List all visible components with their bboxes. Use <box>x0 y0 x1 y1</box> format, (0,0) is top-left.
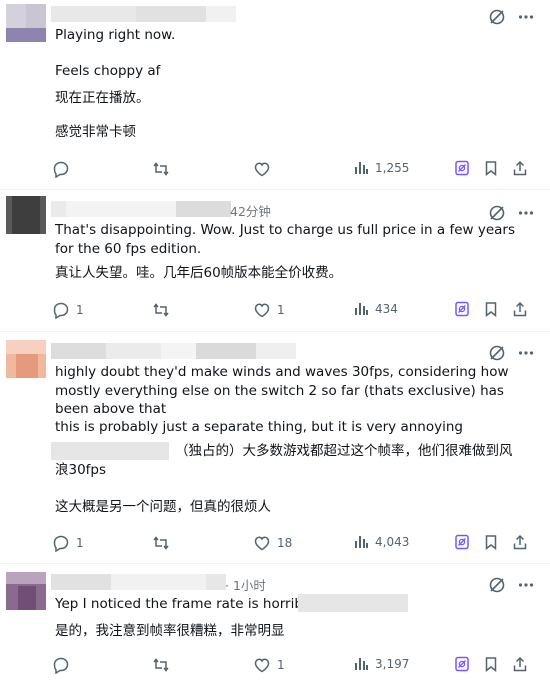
reply-button[interactable] <box>52 656 76 674</box>
grok-explain-icon[interactable] <box>454 656 470 676</box>
post-text-translation: 是的，我注意到帧率很糟糕，非常明显 <box>55 623 285 639</box>
reply-count: 1 <box>76 303 84 317</box>
bookmark-icon[interactable] <box>483 534 499 554</box>
like-button[interactable]: 18 <box>253 534 292 552</box>
like-button[interactable]: 1 <box>253 301 285 319</box>
post-text-line: Playing right now. <box>55 27 176 43</box>
post-text-translation: 感觉非常卡顿 <box>55 124 136 140</box>
post-text-line: highly doubt they'd make winds and waves… <box>55 364 509 417</box>
views-button[interactable]: 1,255 <box>353 160 409 176</box>
post-text-translation: 这大概是另一个问题，但真的很烦人 <box>55 499 271 515</box>
reply-button[interactable] <box>52 160 76 178</box>
post-text-line: That's disappointing. Wow. Just to charg… <box>55 222 515 257</box>
views-button[interactable]: 434 <box>353 301 398 317</box>
repost-button[interactable] <box>152 534 176 552</box>
like-button[interactable]: 1 <box>253 656 285 674</box>
bookmark-icon[interactable] <box>483 301 499 321</box>
post-text-line: Yep I noticed the frame rate is horrible… <box>55 596 320 612</box>
text-redacted <box>298 594 408 612</box>
post-4[interactable]: · 1小时 Yep I noticed the frame rate is ho… <box>0 564 550 684</box>
share-icon[interactable] <box>512 160 528 180</box>
bookmark-icon[interactable] <box>483 160 499 180</box>
share-icon[interactable] <box>512 534 528 554</box>
like-count: 1 <box>277 303 285 317</box>
repost-button[interactable] <box>152 301 176 319</box>
avatar[interactable] <box>6 4 46 42</box>
grok-icon[interactable] <box>488 344 506 362</box>
share-icon[interactable] <box>512 301 528 321</box>
post-text-line: this is probably just a separate thing, … <box>55 419 463 435</box>
grok-explain-icon[interactable] <box>454 160 470 180</box>
reply-button[interactable]: 1 <box>52 301 84 319</box>
post-time[interactable]: · 1小时 <box>225 575 266 594</box>
avatar[interactable] <box>6 196 46 234</box>
repost-button[interactable] <box>152 656 176 674</box>
post-2[interactable]: 42分钟 That's disappointing. Wow. Just to … <box>0 190 550 332</box>
view-count: 4,043 <box>375 535 410 549</box>
more-icon[interactable] <box>518 205 534 221</box>
view-count: 1,255 <box>375 161 410 175</box>
post-1[interactable]: Playing right now. Feels choppy af 现在正在播… <box>0 0 550 190</box>
post-text-translation: 真让人失望。哇。几年后60帧版本能全价收费。 <box>55 265 343 281</box>
avatar[interactable] <box>6 340 46 378</box>
reply-button[interactable]: 1 <box>52 534 84 552</box>
more-icon[interactable] <box>518 577 534 593</box>
post-3[interactable]: highly doubt they'd make winds and waves… <box>0 332 550 564</box>
post-time[interactable]: 42分钟 <box>230 201 271 220</box>
reply-count: 1 <box>76 536 84 550</box>
grok-icon[interactable] <box>488 576 506 594</box>
repost-button[interactable] <box>152 160 176 178</box>
post-text-translation: 现在正在播放。 <box>55 90 150 106</box>
grok-explain-icon[interactable] <box>454 301 470 321</box>
grok-explain-icon[interactable] <box>454 534 470 554</box>
bookmark-icon[interactable] <box>483 656 499 676</box>
views-button[interactable]: 4,043 <box>353 534 409 550</box>
view-count: 3,197 <box>375 657 410 671</box>
views-button[interactable]: 3,197 <box>353 656 409 672</box>
more-icon[interactable] <box>518 9 534 25</box>
share-icon[interactable] <box>512 656 528 676</box>
grok-icon[interactable] <box>488 8 506 26</box>
post-text-translation: （独占的）大多数游戏都超过这个帧率，他们很难做到风浪30fps <box>55 443 513 478</box>
avatar[interactable] <box>6 572 46 610</box>
more-icon[interactable] <box>518 345 534 361</box>
like-count: 18 <box>277 536 293 550</box>
like-count: 1 <box>277 658 285 672</box>
like-button[interactable] <box>253 160 277 178</box>
post-text-line: Feels choppy af <box>55 63 161 79</box>
grok-icon[interactable] <box>488 204 506 222</box>
view-count: 434 <box>375 302 398 316</box>
